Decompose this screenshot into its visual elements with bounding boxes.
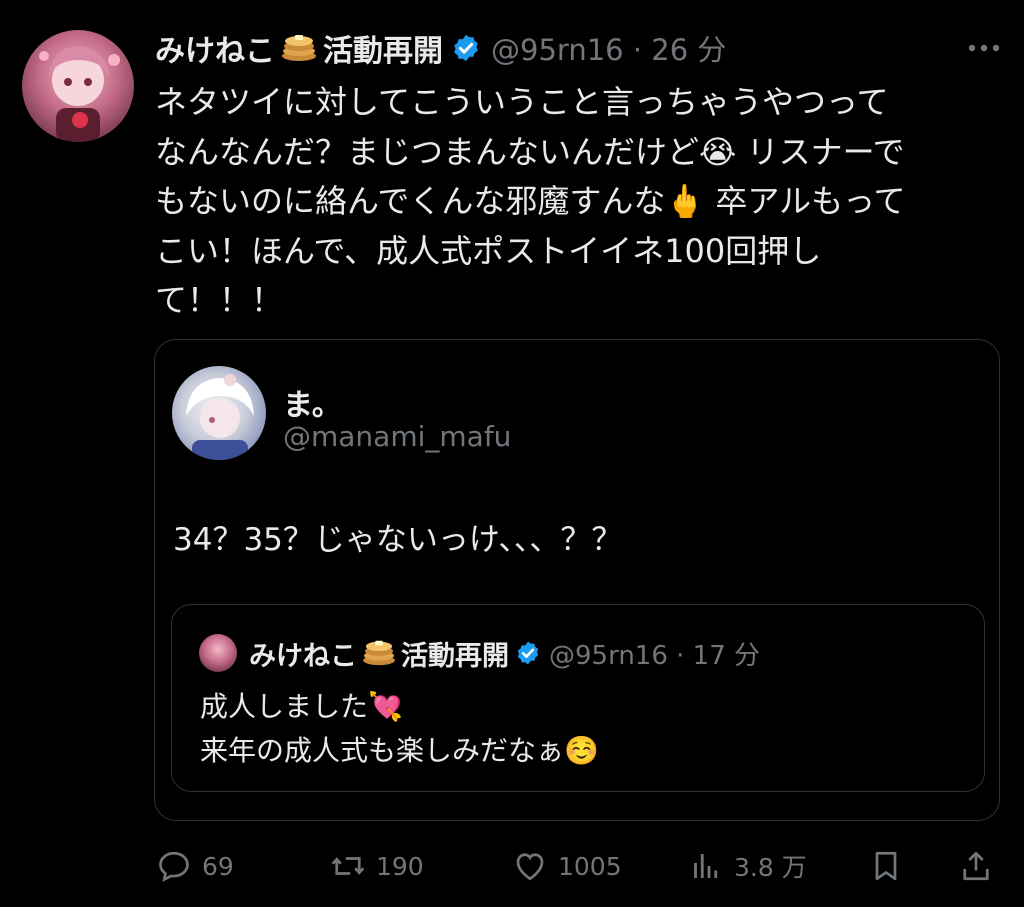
author-name[interactable]: みけねこ	[155, 26, 275, 70]
quote-author-avatar[interactable]	[172, 366, 266, 460]
quote-text: 34？35？じゃないっけ、、、？？	[173, 522, 623, 558]
verified-badge-icon	[451, 33, 481, 63]
nested-author-suffix[interactable]: 活動再開	[401, 634, 509, 673]
bookmark-icon	[875, 851, 897, 881]
views-bar-chart-icon	[694, 854, 718, 878]
author-handle-time[interactable]: @95rn16 · 26 分	[491, 27, 726, 69]
nested-author-handle-time[interactable]: @95rn16 · 17 分	[549, 635, 760, 672]
repost-count: 190	[376, 851, 424, 881]
quoted-post[interactable]: ま。 @manami_mafu 34？35？じゃないっけ、、、？？ みけねこ 活…	[154, 339, 1000, 821]
reply-count: 69	[202, 851, 234, 881]
pancake-icon	[362, 636, 396, 670]
nested-post-header: みけねこ 活動再開 @95rn16 · 17 分	[199, 633, 760, 673]
nested-author-name[interactable]: みけねこ	[249, 634, 357, 673]
repost-button[interactable]: 190	[330, 846, 424, 886]
views-count: 3.8 万	[734, 853, 807, 882]
more-options-icon[interactable]	[966, 36, 1002, 60]
nested-text-line-2: 来年の成人式も楽しみだなぁ☺️	[200, 734, 599, 767]
nested-text-line-1: 成人しました💘	[200, 690, 403, 723]
author-avatar[interactable]	[22, 30, 134, 142]
post-text: ネタツイに対してこういうこと言っちゃうやつって なんなんだ？まじつまんないんだけ…	[155, 83, 906, 319]
nested-author-avatar[interactable]	[199, 634, 237, 672]
verified-badge-icon	[515, 640, 541, 666]
reply-icon	[159, 851, 189, 883]
quote-author-name[interactable]: ま。	[283, 380, 342, 424]
like-button[interactable]: 1005	[512, 846, 622, 886]
heart-icon	[516, 853, 544, 881]
reply-button[interactable]: 69	[156, 846, 234, 886]
quote-author-handle[interactable]: @manami_mafu	[283, 420, 511, 453]
pancake-icon	[281, 30, 317, 66]
action-bar: 69 190 1005 3.8 万	[0, 838, 1024, 894]
share-icon	[963, 851, 989, 881]
like-count: 1005	[558, 851, 622, 881]
nested-quoted-post[interactable]: みけねこ 活動再開 @95rn16 · 17 分 成人しました💘 来年の成人式も…	[171, 604, 985, 792]
quote-avatar-illustration	[186, 374, 254, 460]
views-button[interactable]: 3.8 万	[688, 846, 807, 886]
bookmark-button[interactable]	[868, 846, 904, 886]
author-suffix[interactable]: 活動再開	[323, 26, 443, 70]
avatar-illustration	[39, 46, 120, 142]
post-header: みけねこ 活動再開 @95rn16 · 26 分	[155, 26, 726, 70]
share-button[interactable]	[958, 846, 994, 886]
repost-icon	[331, 857, 365, 875]
